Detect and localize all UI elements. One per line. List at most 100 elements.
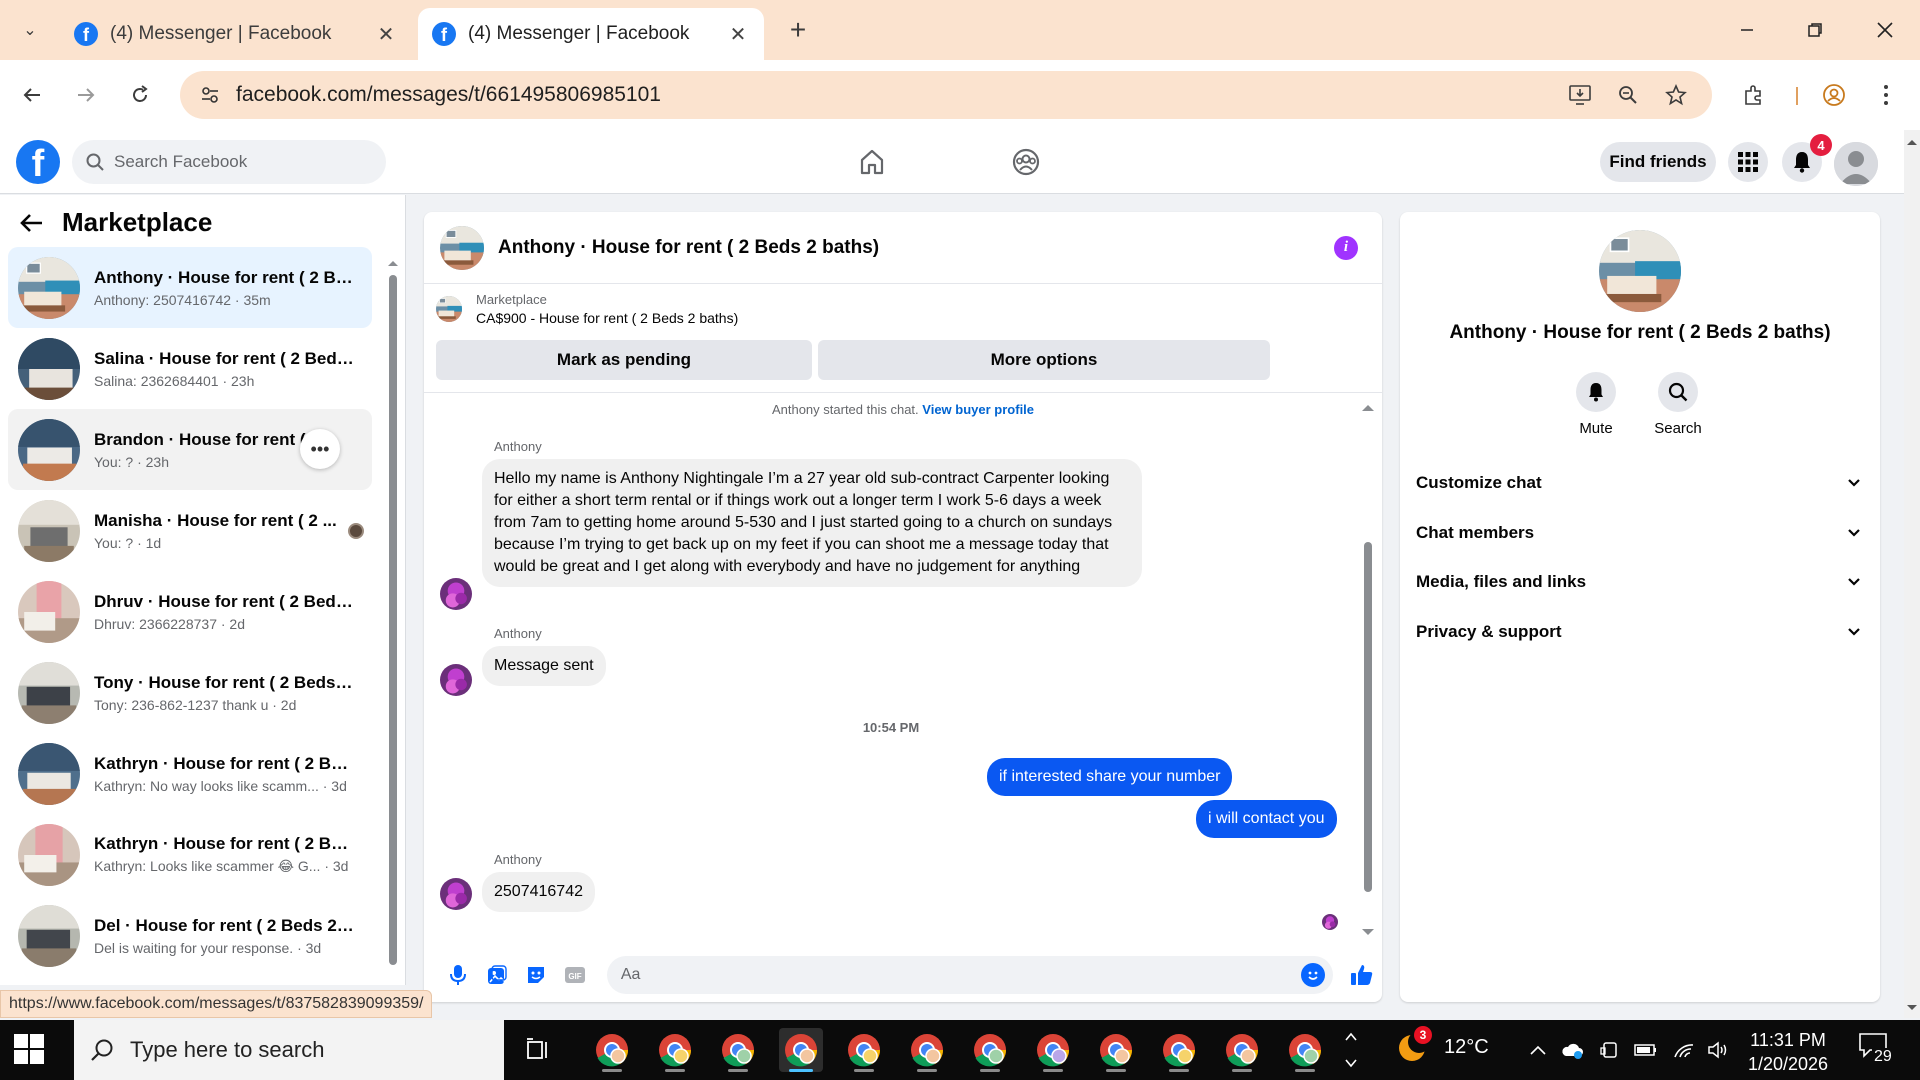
marketplace-listing[interactable]: Marketplace CA$900 - House for rent ( 2 … bbox=[436, 292, 738, 326]
taskbar-search[interactable] bbox=[74, 1020, 504, 1080]
info-avatar[interactable] bbox=[1599, 230, 1681, 312]
minimize-button[interactable] bbox=[1724, 10, 1770, 50]
chat-avatar[interactable] bbox=[440, 225, 484, 270]
task-view-icon[interactable] bbox=[524, 1036, 552, 1064]
weather-widget[interactable]: 3 12°C bbox=[1396, 1026, 1489, 1064]
bookmark-star-icon[interactable] bbox=[1660, 79, 1692, 111]
send-like-button[interactable] bbox=[1343, 955, 1382, 995]
new-tab-button[interactable]: + bbox=[780, 12, 816, 48]
close-tab-icon[interactable]: ✕ bbox=[726, 22, 750, 47]
more-options-button[interactable]: More options bbox=[818, 340, 1270, 380]
conversation-options-button[interactable]: ••• bbox=[300, 429, 340, 469]
chrome-taskbar-app[interactable] bbox=[1094, 1028, 1138, 1072]
browser-tab-1[interactable]: f (4) Messenger | Facebook ✕ bbox=[60, 8, 412, 60]
scroll-up-icon[interactable] bbox=[1360, 402, 1376, 412]
reload-button[interactable] bbox=[120, 75, 160, 115]
scroll-up-icon[interactable] bbox=[386, 258, 400, 268]
sender-avatar[interactable] bbox=[440, 578, 472, 610]
scrollbar-thumb[interactable] bbox=[389, 275, 397, 965]
incoming-message[interactable]: 2507416742 bbox=[482, 872, 595, 912]
url-text[interactable]: facebook.com/messages/t/661495806985101 bbox=[236, 83, 661, 107]
chrome-taskbar-app[interactable] bbox=[653, 1028, 697, 1072]
find-friends-button[interactable]: Find friends bbox=[1600, 142, 1716, 182]
attach-photo-button[interactable] bbox=[477, 955, 516, 995]
show-hidden-icons-chevron-icon[interactable] bbox=[1526, 1038, 1550, 1062]
taskbar-search-input[interactable] bbox=[130, 1037, 410, 1063]
home-nav[interactable] bbox=[852, 142, 892, 182]
search-input[interactable] bbox=[114, 152, 354, 172]
chrome-taskbar-app[interactable] bbox=[905, 1028, 949, 1072]
browser-menu-icon[interactable] bbox=[1866, 75, 1906, 115]
profile-icon[interactable] bbox=[1814, 75, 1854, 115]
conversation-item[interactable]: Del · House for rent ( 2 Beds 2 ... Del i… bbox=[8, 895, 372, 976]
outgoing-message[interactable]: if interested share your number bbox=[987, 758, 1233, 796]
forward-button[interactable] bbox=[66, 75, 106, 115]
taskbar-scroll-icon[interactable] bbox=[1344, 1028, 1358, 1077]
chrome-taskbar-app[interactable] bbox=[716, 1028, 760, 1072]
install-app-icon[interactable] bbox=[1564, 79, 1596, 111]
browser-tab-2[interactable]: f (4) Messenger | Facebook ✕ bbox=[418, 8, 764, 60]
message-input-box[interactable] bbox=[606, 956, 1333, 994]
chrome-taskbar-app[interactable] bbox=[968, 1028, 1012, 1072]
mark-as-pending-button[interactable]: Mark as pending bbox=[436, 340, 812, 380]
close-window-button[interactable] bbox=[1862, 10, 1908, 50]
menu-button[interactable] bbox=[1728, 142, 1768, 182]
chrome-taskbar-app-active[interactable] bbox=[779, 1028, 823, 1072]
chrome-taskbar-app[interactable] bbox=[1283, 1028, 1327, 1072]
scroll-down-icon[interactable] bbox=[1906, 1004, 1918, 1012]
sender-avatar[interactable] bbox=[440, 664, 472, 696]
view-buyer-profile-link[interactable]: View buyer profile bbox=[922, 402, 1034, 417]
chat-scrollbar[interactable] bbox=[1360, 402, 1376, 942]
conversation-item[interactable]: Kathryn · House for rent ( 2 Be... Kathry… bbox=[8, 733, 372, 814]
device-icon[interactable] bbox=[1598, 1038, 1622, 1062]
sticker-button[interactable] bbox=[516, 955, 555, 995]
info-icon[interactable]: i bbox=[1334, 235, 1358, 260]
chrome-taskbar-app[interactable] bbox=[1220, 1028, 1264, 1072]
incoming-message[interactable]: Hello my name is Anthony Nightingale I’m… bbox=[482, 459, 1142, 587]
scroll-up-icon[interactable] bbox=[1906, 138, 1918, 146]
chat-title[interactable]: Anthony · House for rent ( 2 Beds 2 bath… bbox=[498, 237, 1334, 259]
outgoing-message[interactable]: i will contact you bbox=[1196, 800, 1337, 838]
gif-button[interactable]: GIF bbox=[556, 955, 595, 995]
battery-icon[interactable] bbox=[1634, 1038, 1658, 1062]
chrome-taskbar-app[interactable] bbox=[842, 1028, 886, 1072]
chrome-taskbar-app[interactable] bbox=[1157, 1028, 1201, 1072]
emoji-icon[interactable] bbox=[1300, 963, 1325, 987]
onedrive-cloud-icon[interactable] bbox=[1560, 1038, 1584, 1062]
scroll-down-icon[interactable] bbox=[1360, 928, 1376, 938]
scrollbar-thumb[interactable] bbox=[1364, 542, 1372, 892]
conversation-item[interactable]: Salina · House for rent ( 2 Beds ... Sali… bbox=[8, 328, 372, 409]
page-scrollbar[interactable] bbox=[1904, 130, 1920, 1018]
windows-start-icon[interactable] bbox=[14, 1034, 44, 1064]
search-conversation-button[interactable]: Search bbox=[1638, 372, 1718, 437]
media-files-links-section[interactable]: Media, files and links bbox=[1416, 562, 1864, 602]
chat-members-section[interactable]: Chat members bbox=[1416, 513, 1864, 553]
sidebar-scrollbar[interactable] bbox=[386, 255, 400, 985]
chrome-taskbar-app[interactable] bbox=[1031, 1028, 1075, 1072]
conversation-item[interactable]: Anthony · House for rent ( 2 Be... Anthon… bbox=[8, 247, 372, 328]
address-bar[interactable]: facebook.com/messages/t/661495806985101 bbox=[180, 71, 1712, 119]
message-input[interactable] bbox=[620, 966, 1281, 984]
conversation-item[interactable]: Manisha · House for rent ( 2 ... You: ? ·… bbox=[8, 490, 372, 571]
conversation-item[interactable]: Dhruv · House for rent ( 2 Beds ... Dhruv… bbox=[8, 571, 372, 652]
mute-button[interactable]: Mute bbox=[1556, 372, 1636, 437]
extensions-icon[interactable] bbox=[1734, 75, 1774, 115]
facebook-logo-icon[interactable]: f bbox=[16, 140, 60, 184]
system-clock[interactable]: 11:31 PM 1/20/2026 bbox=[1740, 1028, 1836, 1076]
back-button[interactable] bbox=[12, 75, 52, 115]
tab-search-button[interactable]: ⌄ bbox=[10, 10, 50, 50]
conversation-item[interactable]: Brandon · House for rent ( 2 ... You: ? ·… bbox=[8, 409, 372, 490]
conversation-item[interactable]: Tony · House for rent ( 2 Beds 2... Tony:… bbox=[8, 652, 372, 733]
chrome-taskbar-app[interactable] bbox=[590, 1028, 634, 1072]
restore-button[interactable] bbox=[1792, 10, 1838, 50]
notification-center-button[interactable]: 29 bbox=[1858, 1032, 1898, 1070]
account-avatar[interactable] bbox=[1834, 142, 1878, 186]
sender-avatar[interactable] bbox=[440, 878, 472, 910]
back-arrow-icon[interactable] bbox=[20, 212, 44, 234]
wifi-icon[interactable] bbox=[1672, 1038, 1696, 1062]
zoom-icon[interactable] bbox=[1612, 79, 1644, 111]
privacy-support-section[interactable]: Privacy & support bbox=[1416, 612, 1864, 652]
groups-nav[interactable] bbox=[1006, 142, 1046, 182]
close-tab-icon[interactable]: ✕ bbox=[374, 22, 398, 47]
conversation-item[interactable]: Kathryn · House for rent ( 2 Be... Kathry… bbox=[8, 814, 372, 895]
